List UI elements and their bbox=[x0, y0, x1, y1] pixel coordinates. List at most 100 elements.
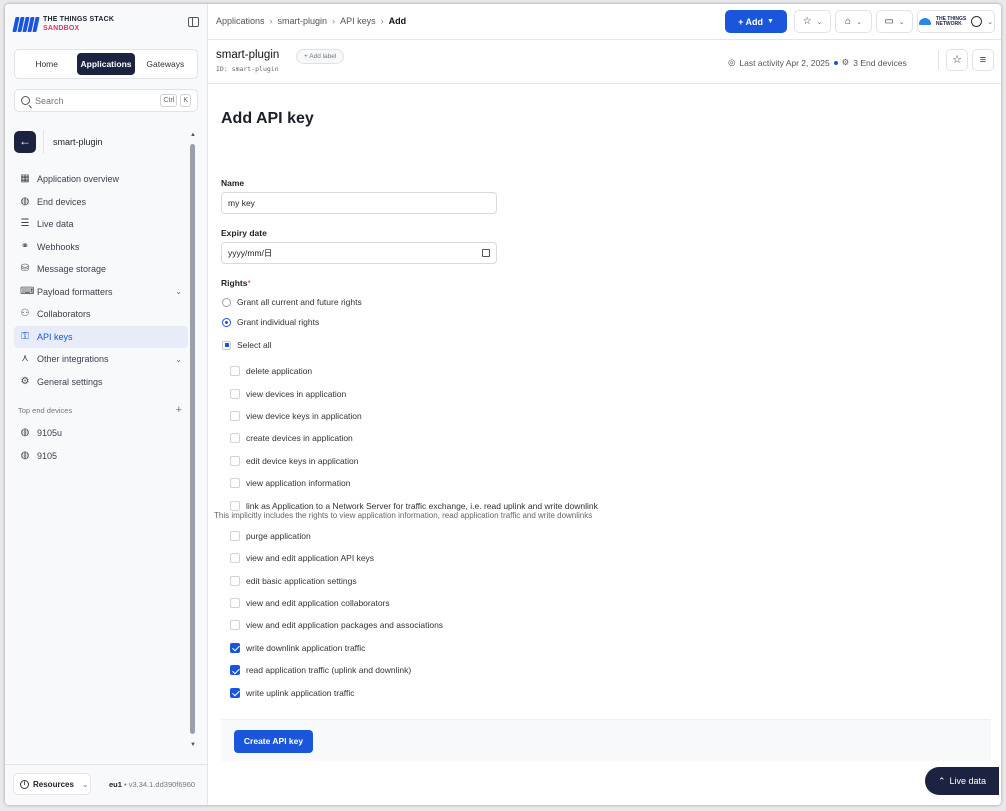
right-checkbox-row[interactable]: view and edit application API keys bbox=[230, 547, 790, 569]
users-icon: ⚇ bbox=[20, 308, 30, 320]
checkbox[interactable] bbox=[230, 366, 240, 377]
select-all-label: Select all bbox=[237, 340, 272, 350]
grant-all-radio[interactable]: Grant all current and future rights bbox=[222, 297, 362, 307]
sidebar-item-webhooks[interactable]: ⚭ Webhooks bbox=[14, 236, 188, 259]
breadcrumb-item[interactable]: API keys bbox=[340, 16, 376, 26]
sidebar-item-live-data[interactable]: ☰ Live data bbox=[14, 213, 188, 236]
grant-individual-label: Grant individual rights bbox=[237, 317, 320, 327]
chevron-down-icon[interactable]: ⌄ bbox=[175, 355, 182, 364]
top-bar: Applications › smart-plugin › API keys › Add +… bbox=[208, 4, 1001, 40]
device-label: 9105 bbox=[37, 450, 58, 461]
right-checkbox-row[interactable]: view devices in application bbox=[230, 382, 790, 404]
sidebar-item-payload-formatters[interactable]: ⌨ Payload formatters ⌄ bbox=[14, 281, 188, 304]
sidebar-item-other-integrations[interactable]: ⋏ Other integrations ⌄ bbox=[14, 348, 188, 371]
tags-button[interactable]: ⌂ ⌄ bbox=[835, 10, 872, 33]
right-checkbox-row[interactable]: delete application bbox=[230, 360, 790, 382]
add-label-button[interactable]: + Add label bbox=[296, 49, 345, 64]
right-checkbox-row[interactable]: view and edit application collaborators bbox=[230, 592, 790, 614]
sidebar-item-application-overview[interactable]: ▦ Application overview bbox=[14, 168, 188, 191]
breadcrumb-item[interactable]: Applications bbox=[216, 16, 265, 26]
expiry-date-input[interactable]: yyyy/mm/日 bbox=[221, 242, 497, 264]
breadcrumb-item[interactable]: smart-plugin bbox=[278, 16, 328, 26]
segment-home[interactable]: Home bbox=[18, 53, 75, 75]
bookmarks-button[interactable]: ☆ ⌄ bbox=[794, 10, 831, 33]
right-label: create devices in application bbox=[246, 433, 353, 444]
key-icon: ⚿ bbox=[21, 330, 29, 342]
resources-button[interactable]: i Resources ⌄ bbox=[13, 773, 91, 795]
checkbox[interactable] bbox=[230, 433, 240, 444]
checkbox-checked[interactable] bbox=[230, 665, 240, 676]
expiry-label: Expiry date bbox=[221, 228, 267, 238]
grid-icon: ▦ bbox=[20, 173, 30, 185]
main-content: Add API key Name my key Expiry date yyyy… bbox=[208, 85, 1001, 805]
segment-applications[interactable]: Applications bbox=[77, 53, 135, 75]
create-api-key-button[interactable]: Create API key bbox=[234, 730, 313, 753]
search-bar[interactable]: Search Ctrl K bbox=[14, 89, 198, 112]
checkbox[interactable] bbox=[230, 575, 240, 586]
sidebar-item-collaborators[interactable]: ⚇ Collaborators bbox=[14, 303, 188, 326]
right-checkbox-row[interactable]: create devices in application bbox=[230, 427, 790, 449]
sidebar-scrollbar[interactable]: ▲ ▼ bbox=[190, 132, 196, 752]
right-checkbox-row[interactable]: edit basic application settings bbox=[230, 570, 790, 592]
sidebar-collapse-icon[interactable] bbox=[188, 17, 199, 27]
right-checkbox-row[interactable]: edit device keys in application bbox=[230, 450, 790, 472]
status-dot bbox=[833, 60, 838, 65]
right-checkbox-row[interactable]: read application traffic (uplink and dow… bbox=[230, 659, 790, 681]
entity-id: ID: smart-plugin bbox=[216, 65, 279, 73]
checkbox[interactable] bbox=[230, 598, 240, 609]
sidebar-item-general-settings[interactable]: ⚙ General settings bbox=[14, 371, 188, 394]
page-title: Add API key bbox=[221, 110, 314, 127]
right-checkbox-row[interactable]: write uplink application traffic bbox=[230, 681, 790, 703]
scroll-down-icon[interactable]: ▼ bbox=[190, 742, 196, 748]
breadcrumb-separator: › bbox=[269, 16, 273, 26]
add-device-plus-icon[interactable]: + bbox=[176, 405, 182, 416]
star-button[interactable]: ☆ bbox=[946, 49, 968, 71]
version-info: eu1 • v3.34.1.dd390f6960 bbox=[109, 780, 195, 789]
right-label: view device keys in application bbox=[246, 410, 362, 421]
checkbox[interactable] bbox=[230, 500, 240, 511]
checkbox-checked[interactable] bbox=[230, 687, 240, 698]
resources-label: Resources bbox=[33, 779, 74, 789]
live-data-label: Live data bbox=[949, 776, 987, 786]
back-arrow-icon[interactable]: ← bbox=[14, 131, 36, 153]
menu-button[interactable]: ≡ bbox=[972, 49, 994, 71]
right-checkbox-row[interactable]: purge application bbox=[230, 525, 790, 547]
right-checkbox-row[interactable]: view and edit application packages and a… bbox=[230, 614, 790, 636]
device-icon: ◍ bbox=[20, 195, 30, 207]
checkbox[interactable] bbox=[230, 478, 240, 489]
sidebar-item-end-devices[interactable]: ◍ End devices bbox=[14, 191, 188, 214]
select-all-checkbox[interactable]: Select all bbox=[222, 340, 272, 350]
account-menu-button[interactable]: THE THINGS NETWORK ⌄ bbox=[917, 10, 995, 33]
checkbox[interactable] bbox=[230, 455, 240, 466]
name-input[interactable]: my key bbox=[221, 192, 497, 214]
live-data-button[interactable]: ⌃ Live data bbox=[925, 767, 999, 795]
inbox-button[interactable]: ▭ ⌄ bbox=[876, 10, 913, 33]
top-device-item[interactable]: ◍ 9105 bbox=[14, 445, 188, 468]
sidebar-item-api-keys[interactable]: ⚿ API keys bbox=[14, 325, 188, 348]
scrollbar-thumb[interactable] bbox=[190, 144, 195, 734]
add-button-label: + Add bbox=[738, 16, 763, 27]
breadcrumb: Applications › smart-plugin › API keys › Add bbox=[216, 16, 406, 26]
top-devices-header: Top end devices + bbox=[18, 405, 182, 416]
end-devices-count[interactable]: 3 End devices bbox=[853, 58, 906, 68]
checkbox[interactable] bbox=[230, 530, 240, 541]
checkbox[interactable] bbox=[230, 410, 240, 421]
chevron-down-icon[interactable]: ⌄ bbox=[175, 287, 182, 296]
grant-individual-radio[interactable]: Grant individual rights bbox=[222, 317, 319, 327]
brand-logo[interactable]: THE THINGS STACK SANDBOX bbox=[12, 15, 114, 33]
right-checkbox-row[interactable]: view application information bbox=[230, 472, 790, 494]
add-button[interactable]: + Add ▼ bbox=[725, 10, 787, 33]
sidebar-app-name: smart-plugin bbox=[53, 137, 103, 147]
right-checkbox-row[interactable]: view device keys in application bbox=[230, 405, 790, 427]
segment-gateways[interactable]: Gateways bbox=[137, 53, 194, 75]
checkbox[interactable] bbox=[230, 553, 240, 564]
scroll-up-icon[interactable]: ▲ bbox=[190, 132, 196, 138]
device-icon: ◍ bbox=[20, 449, 30, 461]
checkbox-checked[interactable] bbox=[230, 642, 240, 653]
checkbox[interactable] bbox=[230, 388, 240, 399]
sidebar-item-message-storage[interactable]: ⛁ Message storage bbox=[14, 258, 188, 281]
top-device-item[interactable]: ◍ 9105u bbox=[14, 422, 188, 445]
checkbox[interactable] bbox=[230, 620, 240, 631]
right-checkbox-row[interactable]: write downlink application traffic bbox=[230, 637, 790, 659]
calendar-icon[interactable] bbox=[482, 249, 490, 257]
